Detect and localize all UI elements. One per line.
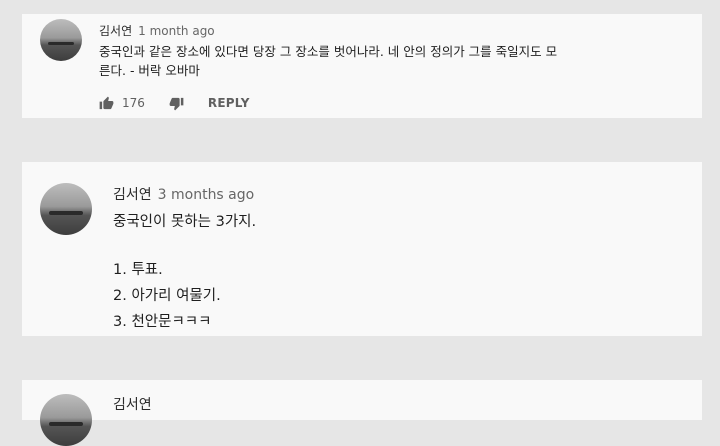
comment-time[interactable]: 3 months ago <box>158 187 255 203</box>
comment-text: 중국인이 못하는 3가지. 1. 투표. 2. 아가리 여물기. 3. 천안문ㅋ… <box>113 209 256 335</box>
comment-card: 김서연 1 month ago 중국인과 같은 장소에 있다면 당장 그 장소를 … <box>22 14 702 118</box>
comment-header: 김서연 3 months ago <box>113 184 254 204</box>
comment-text-line: 1. 투표. <box>113 262 163 278</box>
comment-card: 김서연 <box>22 380 702 446</box>
avatar[interactable] <box>40 19 82 61</box>
comment-author[interactable]: 김서연 <box>99 24 132 38</box>
comment-text-line: 2. 아가리 여물기. <box>113 288 221 304</box>
comment-author[interactable]: 김서연 <box>113 397 152 413</box>
thumbs-down-icon[interactable] <box>169 96 184 111</box>
avatar[interactable] <box>40 183 92 235</box>
comment-text-line: 른다. - 버락 오바마 <box>99 63 200 78</box>
comment-header: 김서연 1 month ago <box>99 22 215 39</box>
thumbs-up-icon[interactable] <box>99 96 114 111</box>
comment-author[interactable]: 김서연 <box>113 187 152 203</box>
reply-button[interactable]: REPLY <box>208 96 250 110</box>
like-count: 176 <box>122 96 145 110</box>
comment-text: 중국인과 같은 장소에 있다면 당장 그 장소를 벗어나라. 네 안의 정의가 … <box>99 42 689 80</box>
comment-text-line: 중국인과 같은 장소에 있다면 당장 그 장소를 벗어나라. 네 안의 정의가 … <box>99 44 558 59</box>
comment-actions: 176 REPLY <box>99 94 250 112</box>
avatar[interactable] <box>40 394 92 446</box>
comment-text-line: 3. 천안문ㅋㅋㅋ <box>113 314 212 330</box>
comment-text-line: 중국인이 못하는 3가지. <box>113 214 257 230</box>
comment-time[interactable]: 1 month ago <box>138 24 215 38</box>
comment-header: 김서연 <box>113 394 152 414</box>
comment-card: 김서연 3 months ago 중국인이 못하는 3가지. 1. 투표. 2. … <box>22 162 702 336</box>
